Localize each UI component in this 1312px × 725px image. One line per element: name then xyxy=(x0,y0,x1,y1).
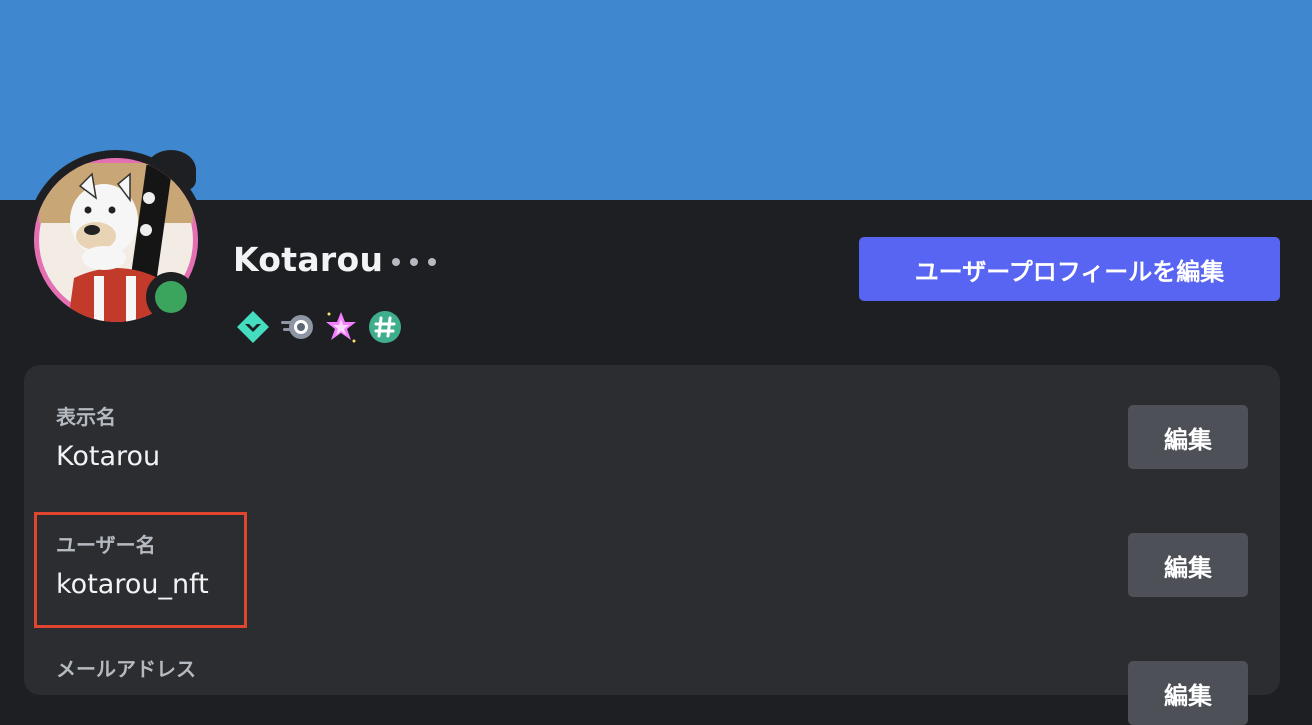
edit-username-button[interactable]: 編集 xyxy=(1128,533,1248,597)
hypesquad-balance-badge-icon[interactable] xyxy=(235,309,271,345)
status-indicator xyxy=(146,272,196,322)
email-label: メールアドレス xyxy=(56,657,196,681)
nitro-boost-badge-icon[interactable] xyxy=(279,309,315,345)
edit-user-profile-button[interactable]: ユーザープロフィールを編集 xyxy=(859,237,1280,301)
quest-star-badge-icon[interactable] xyxy=(323,309,359,345)
profile-badges xyxy=(235,309,403,345)
online-status-icon xyxy=(155,281,187,313)
username-value: kotarou_nft xyxy=(56,569,209,600)
profile-display-name: Kotarou xyxy=(233,240,384,279)
display-name-label: 表示名 xyxy=(56,405,116,429)
avatar-frame[interactable] xyxy=(26,150,206,330)
more-options-icon[interactable] xyxy=(392,248,436,276)
edit-display-name-button[interactable]: 編集 xyxy=(1128,405,1248,469)
username-label: ユーザー名 xyxy=(56,533,156,557)
edit-email-button[interactable]: 編集 xyxy=(1128,661,1248,725)
display-name-value: Kotarou xyxy=(56,441,161,472)
profile-banner xyxy=(0,0,1312,200)
hash-badge-icon[interactable] xyxy=(367,309,403,345)
account-info-card: 表示名 Kotarou 編集 ユーザー名 kotarou_nft 編集 メールア… xyxy=(24,365,1280,725)
